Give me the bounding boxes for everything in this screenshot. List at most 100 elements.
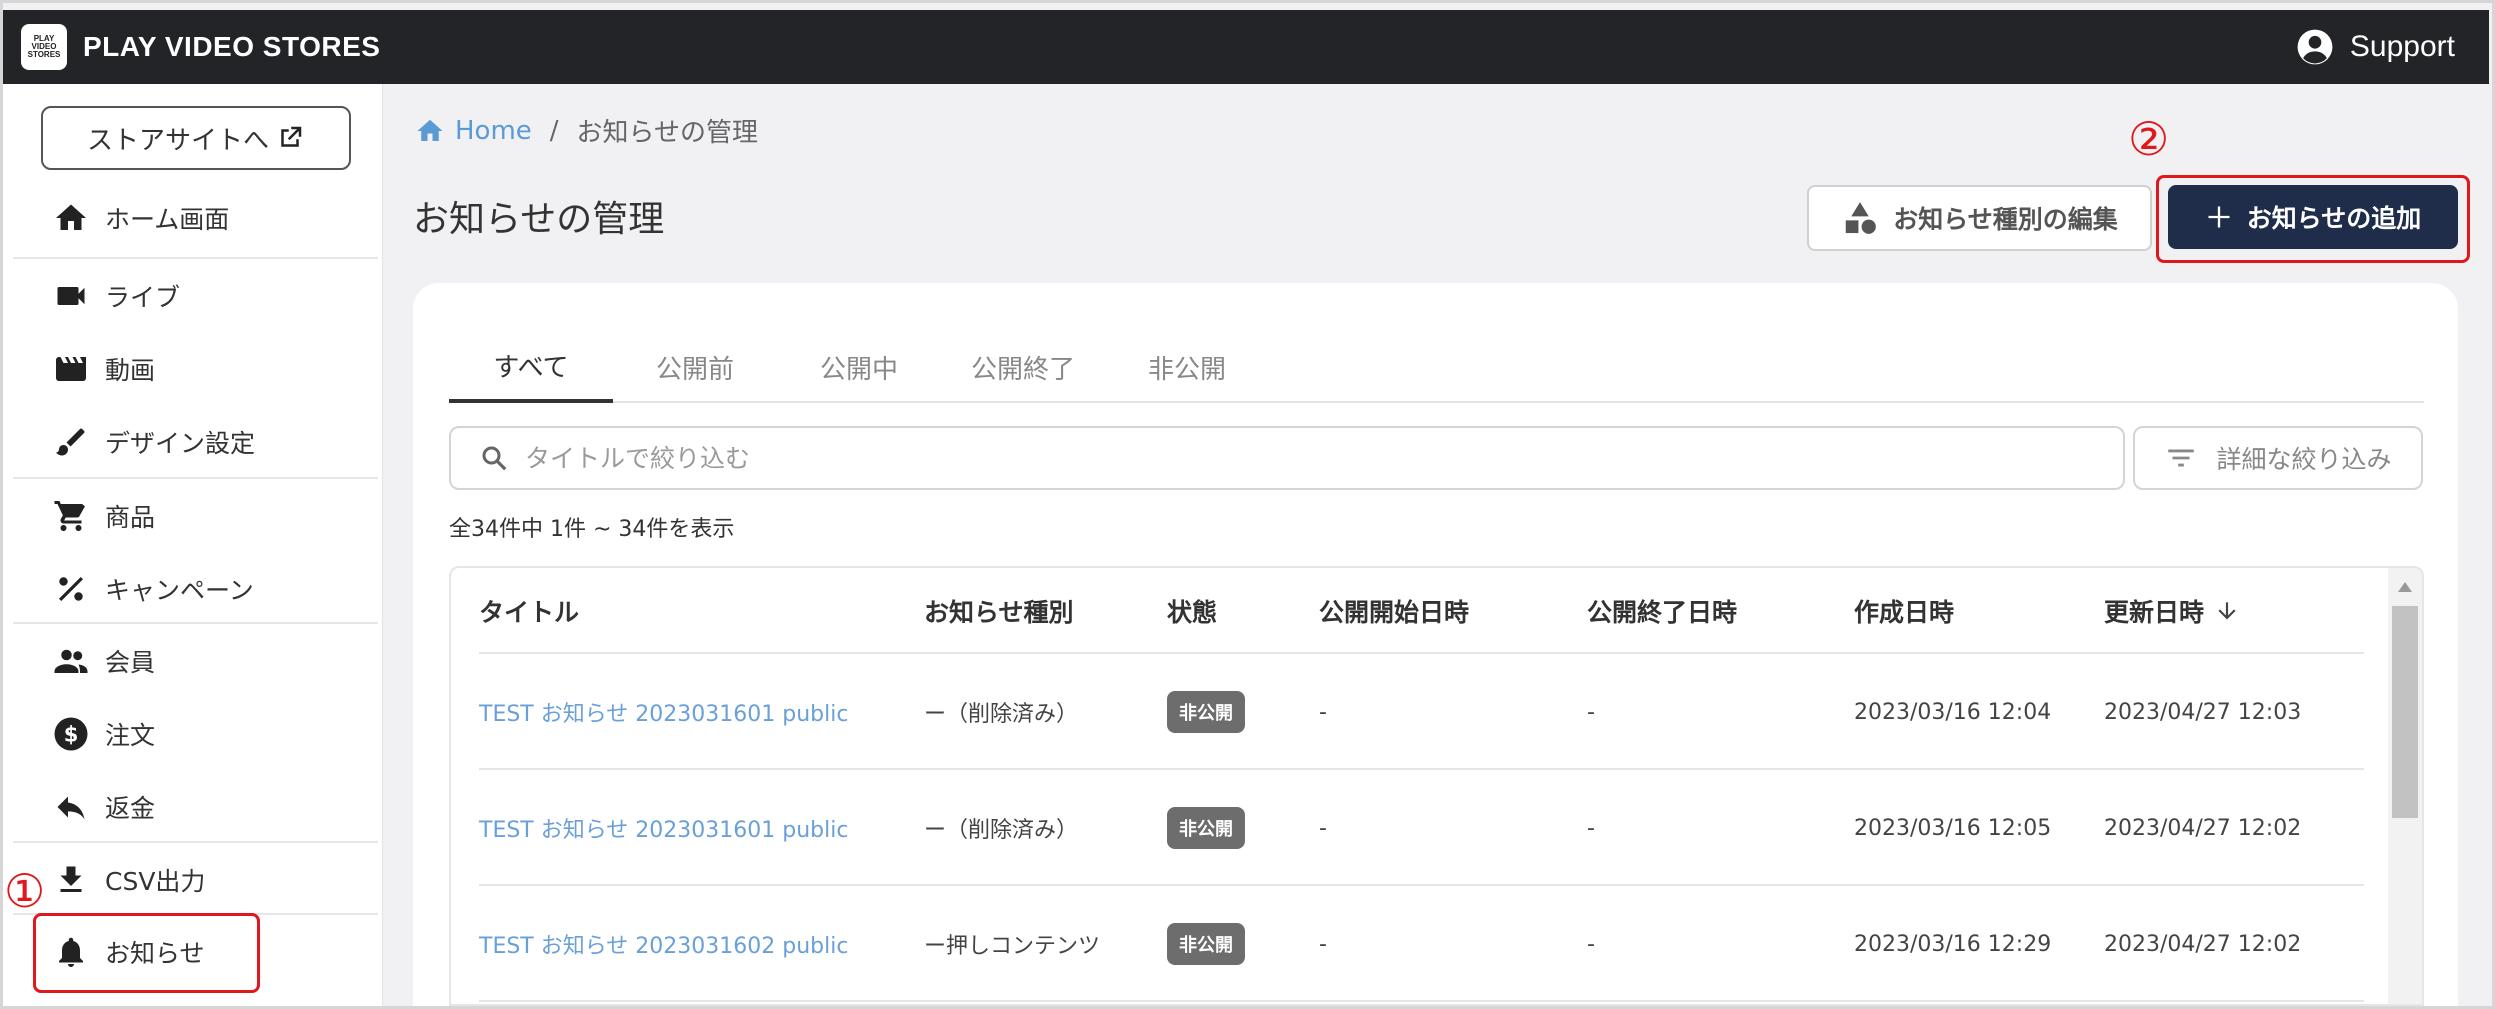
search-box (449, 426, 2125, 490)
account-circle-icon (2296, 28, 2334, 66)
search-input[interactable] (525, 443, 2025, 473)
column-header-updated[interactable]: 更新日時 (2104, 568, 2240, 654)
video-camera-icon (51, 276, 91, 316)
divider (13, 257, 378, 259)
column-header-created[interactable]: 作成日時 (1854, 568, 1954, 654)
home-icon (415, 116, 445, 146)
column-header-end[interactable]: 公開終了日時 (1587, 568, 1737, 654)
created-at: 2023/03/16 12:04 (1854, 699, 2052, 725)
divider (13, 841, 378, 843)
advanced-filter-label: 詳細な絞り込み (2216, 445, 2392, 474)
sidebar-item-label: 注文 (105, 721, 156, 750)
sidebar-item-products[interactable]: 商品 (13, 480, 378, 552)
status-tabs: すべて 公開前 公開中 公開終了 非公開 (449, 331, 2424, 403)
sidebar-item-label: 会員 (105, 648, 156, 677)
sidebar-item-label: ライブ (105, 283, 181, 312)
dollar-icon: $ (51, 714, 91, 754)
breadcrumb-home-link[interactable]: Home (415, 116, 532, 146)
scroll-up-arrow-icon[interactable] (2398, 582, 2412, 592)
breadcrumb: Home / お知らせの管理 (415, 112, 758, 149)
scroll-thumb[interactable] (2392, 606, 2418, 818)
sidebar-item-video[interactable]: 動画 (13, 333, 378, 405)
created-at: 2023/03/16 12:29 (1854, 931, 2052, 957)
column-header-status[interactable]: 状態 (1167, 568, 1217, 654)
sidebar-item-label: デザイン設定 (105, 429, 256, 458)
status-badge: 非公開 (1167, 923, 1245, 965)
external-link-icon (275, 123, 305, 153)
table-scrollbar[interactable] (2388, 568, 2422, 1004)
result-count: 全34件中 1件 ~ 34件を表示 (449, 517, 735, 542)
top-header: PLAY VIDEO STORES PLAY VIDEO STORES Supp… (3, 10, 2489, 84)
support-link[interactable]: Support (2296, 28, 2455, 66)
publish-end: - (1587, 699, 1595, 725)
brand-name: PLAY VIDEO STORES (83, 31, 381, 62)
updated-at: 2023/04/27 12:03 (2104, 699, 2302, 725)
table-row[interactable]: TEST お知らせ 2023031601 public ー（削除済み） 非公開 … (479, 654, 2364, 770)
notice-type: ー（削除済み） (924, 702, 1079, 727)
logo-line: STORES (27, 50, 61, 59)
publish-start: - (1319, 699, 1327, 725)
sidebar-item-campaign[interactable]: キャンペーン (13, 553, 378, 625)
publish-end: - (1587, 931, 1595, 957)
notice-title-link[interactable]: TEST お知らせ 2023031601 public (479, 770, 848, 886)
search-icon (479, 443, 509, 473)
column-label: 状態 (1167, 598, 1218, 627)
table-row[interactable]: TEST お知らせ 2023031601 public ー（削除済み） 非公開 … (479, 770, 2364, 886)
tab-private[interactable]: 非公開 (1105, 331, 1269, 403)
svg-text:$: $ (64, 723, 79, 747)
notice-title-link[interactable]: TEST お知らせ 2023031601 public (479, 654, 848, 770)
tab-all[interactable]: すべて (449, 331, 613, 403)
download-icon (51, 860, 91, 900)
sidebar-item-label: CSV出力 (105, 867, 206, 896)
sidebar-item-members[interactable]: 会員 (13, 625, 378, 697)
store-site-button[interactable]: ストアサイトへ (41, 106, 351, 170)
brush-icon (51, 422, 91, 462)
divider (13, 622, 378, 624)
notice-title-link[interactable]: TEST お知らせ 2023031602 public (479, 886, 848, 1002)
breadcrumb-home-label: Home (455, 115, 532, 146)
percent-icon (51, 569, 91, 609)
column-header-title[interactable]: タイトル (479, 568, 579, 654)
annotation-marker-2: ② (2128, 112, 2170, 166)
shapes-icon (1841, 199, 1879, 237)
breadcrumb-separator: / (549, 115, 559, 146)
tab-publishing[interactable]: 公開中 (777, 331, 941, 403)
publish-end: - (1587, 815, 1595, 841)
sidebar-item-design[interactable]: デザイン設定 (13, 406, 378, 478)
sidebar-item-orders[interactable]: $ 注文 (13, 698, 378, 770)
status-cell: 非公開 (1167, 886, 1245, 1002)
people-icon (51, 641, 91, 681)
home-icon (51, 198, 91, 238)
cart-icon (51, 496, 91, 536)
table-row[interactable]: TEST お知らせ 2023031602 public ー押しコンテンツ 非公開… (479, 886, 2364, 1002)
filter-icon (2164, 441, 2198, 475)
updated-at: 2023/04/27 12:02 (2104, 931, 2302, 957)
clapperboard-icon (51, 349, 91, 389)
sidebar-item-label: 返金 (105, 794, 156, 823)
plus-icon (2205, 203, 2233, 231)
sidebar-item-label: ホーム画面 (105, 205, 230, 234)
support-label: Support (2349, 30, 2455, 63)
add-notice-button[interactable]: お知らせの追加 (2168, 185, 2458, 249)
advanced-filter-button[interactable]: 詳細な絞り込み (2133, 426, 2423, 490)
column-label: タイトル (479, 598, 580, 627)
column-header-start[interactable]: 公開開始日時 (1319, 568, 1469, 654)
sidebar-item-label: 動画 (105, 356, 156, 385)
edit-notice-type-button[interactable]: お知らせ種別の編集 (1807, 185, 2152, 251)
add-notice-label: お知らせの追加 (2246, 204, 2422, 233)
sidebar: ストアサイトへ ホーム画面 ライブ 動画 デザイン設定 商品 キャンペーン 会員… (3, 84, 383, 1006)
column-header-type[interactable]: お知らせ種別 (924, 568, 1074, 654)
sidebar-item-refund[interactable]: 返金 (13, 771, 378, 843)
logo[interactable]: PLAY VIDEO STORES (21, 24, 67, 70)
tab-publish-ended[interactable]: 公開終了 (941, 331, 1105, 403)
tab-before-publish[interactable]: 公開前 (613, 331, 777, 403)
column-label: 更新日時 (2104, 598, 2205, 627)
publish-start: - (1319, 931, 1327, 957)
updated-at: 2023/04/27 12:02 (2104, 815, 2302, 841)
sidebar-item-csv[interactable]: CSV出力 (13, 844, 378, 916)
notice-table: タイトル お知らせ種別 状態 公開開始日時 公開終了日時 作成日時 更新日時 T… (449, 566, 2424, 1006)
sidebar-item-live[interactable]: ライブ (13, 260, 378, 332)
sidebar-item-home[interactable]: ホーム画面 (13, 182, 378, 254)
status-cell: 非公開 (1167, 654, 1245, 770)
breadcrumb-current: お知らせの管理 (576, 118, 759, 148)
